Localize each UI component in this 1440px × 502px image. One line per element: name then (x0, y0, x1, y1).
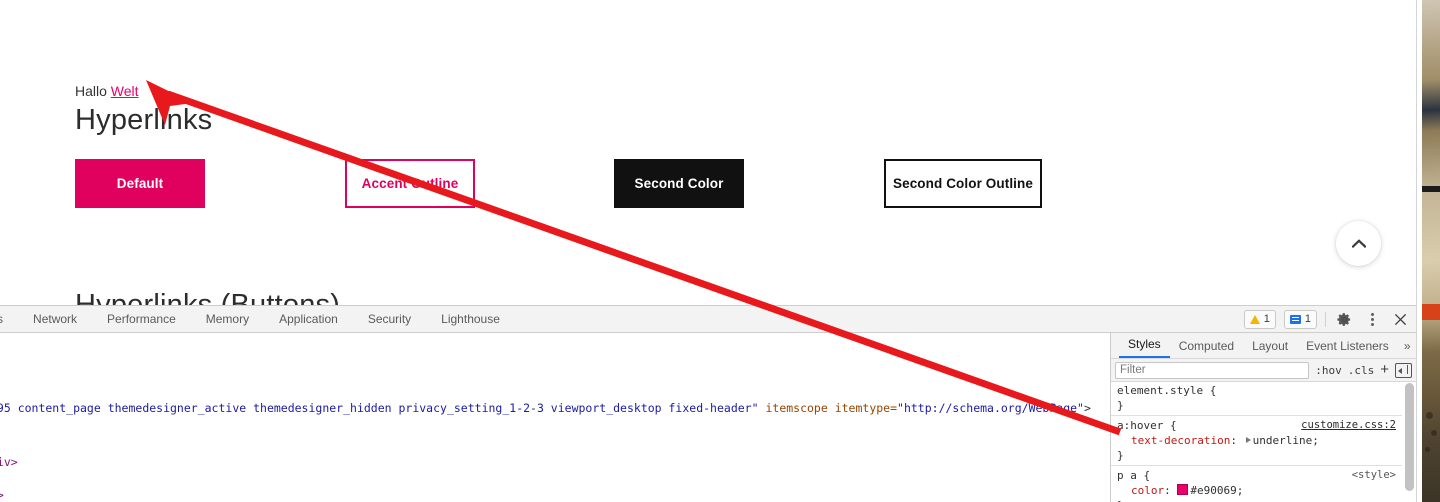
devtools-panel: ources Network Performance Memory Applic… (0, 305, 1416, 502)
devtools-tab-security[interactable]: Security (353, 306, 426, 332)
tab-styles[interactable]: Styles (1119, 333, 1170, 358)
second-color-outline-button[interactable]: Second Color Outline (884, 159, 1042, 208)
style-rule-element-style[interactable]: element.style { } (1111, 381, 1402, 416)
dom-line-1-punct: > (1083, 401, 1091, 415)
rule-declaration[interactable]: color: #e90069; (1117, 483, 1398, 498)
web-page-viewport: Hallo Welt Hyperlinks Default Accent Out… (0, 0, 1416, 305)
greeting-paragraph: Hallo Welt (75, 82, 139, 100)
close-icon[interactable] (1390, 309, 1410, 329)
styles-tabbar: Styles Computed Layout Event Listeners » (1111, 333, 1416, 359)
dom-line-1[interactable]: h95 content_page themedesigner_active th… (0, 401, 1091, 415)
hov-toggle[interactable]: :hov (1315, 364, 1342, 377)
rule-source-link[interactable]: customize.css:2 (1301, 418, 1396, 433)
declaration-value[interactable]: underline (1253, 434, 1313, 447)
warning-count: 1 (1263, 313, 1270, 325)
message-count: 1 (1304, 313, 1311, 325)
devtools-tab-network[interactable]: Network (18, 306, 92, 332)
declaration-property[interactable]: color (1131, 484, 1164, 497)
warning-badge[interactable]: 1 (1243, 309, 1276, 329)
devtools-tab-lighthouse[interactable]: Lighthouse (426, 306, 515, 332)
styles-rules-list: element.style { } customize.css:2 a:hove… (1111, 381, 1402, 502)
elements-tree[interactable]: h95 content_page themedesigner_active th… (0, 333, 1110, 502)
tab-layout[interactable]: Layout (1243, 334, 1297, 358)
dom-line-2-text: div> (0, 455, 18, 469)
scroll-to-top-button[interactable] (1336, 221, 1381, 266)
rule-close: } (1117, 498, 1398, 502)
wallpaper-detail-dot (1426, 412, 1433, 419)
styles-filter-input[interactable]: Filter (1115, 361, 1310, 379)
devtools-body: h95 content_page themedesigner_active th… (0, 333, 1416, 502)
default-button[interactable]: Default (75, 159, 205, 208)
dom-line-1-attrs: itemscope itemtype= (758, 401, 898, 415)
warning-triangle-icon (1249, 314, 1260, 324)
devtools-tab-memory[interactable]: Memory (191, 306, 264, 332)
rule-close: } (1117, 449, 1124, 462)
dom-line-1-value: "http://schema.org/WebPage" (897, 401, 1084, 415)
gear-icon[interactable] (1334, 309, 1354, 329)
devtools-tab-performance[interactable]: Performance (92, 306, 191, 332)
page-title: Hyperlinks (75, 104, 213, 136)
style-rule-p-a[interactable]: <style> p a { color: #e90069; } (1111, 466, 1402, 502)
styles-sidebar: Styles Computed Layout Event Listeners »… (1111, 333, 1416, 502)
dom-line-3[interactable]: v> (0, 488, 4, 502)
kebab-dots (1370, 312, 1374, 326)
wallpaper-detail-dark (1422, 186, 1440, 192)
devtools-toolbar-right: 1 1 (1243, 306, 1410, 332)
toolbar-divider (1325, 311, 1326, 327)
kebab-menu-icon[interactable] (1362, 309, 1382, 329)
dom-line-3-text: v> (0, 488, 4, 502)
chevron-up-icon (1351, 239, 1366, 248)
page-subtitle-buttons: Hyperlinks (Buttons) (75, 289, 341, 305)
declaration-property[interactable]: text-decoration (1131, 434, 1230, 447)
more-tabs-button[interactable]: » (1398, 334, 1416, 358)
devtools-tab-list: ources Network Performance Memory Applic… (0, 306, 515, 332)
toggle-sidebar-icon[interactable] (1395, 362, 1412, 378)
style-rule-a-hover[interactable]: customize.css:2 a:hover { text-decoratio… (1111, 416, 1402, 466)
wallpaper-detail-red (1422, 304, 1440, 320)
dom-line-1-classes: h95 content_page themedesigner_active th… (0, 401, 752, 415)
accent-outline-button[interactable]: Accent Outline (345, 159, 475, 208)
greeting-text: Hallo (75, 83, 111, 99)
wallpaper-detail-dot (1425, 447, 1430, 452)
devtools-tab-application[interactable]: Application (264, 306, 353, 332)
cls-toggle[interactable]: .cls (1348, 364, 1375, 377)
message-icon (1289, 314, 1301, 324)
devtools-tab-sources[interactable]: ources (0, 306, 18, 332)
styles-scrollbar[interactable] (1405, 383, 1414, 501)
wallpaper-detail-dot (1431, 430, 1437, 436)
desktop-wallpaper-strip (1422, 0, 1440, 502)
declaration-value[interactable]: #e90069 (1190, 484, 1236, 497)
welt-link[interactable]: Welt (111, 83, 139, 99)
expand-arrow-icon[interactable] (1245, 437, 1251, 443)
tab-computed[interactable]: Computed (1170, 334, 1243, 358)
color-swatch[interactable] (1177, 484, 1189, 495)
rule-source-style[interactable]: <style> (1352, 468, 1396, 483)
browser-window: Hallo Welt Hyperlinks Default Accent Out… (0, 0, 1422, 502)
message-badge[interactable]: 1 (1283, 309, 1317, 329)
styles-filter-bar: Filter :hov .cls + (1111, 359, 1416, 382)
second-color-button[interactable]: Second Color (614, 159, 744, 208)
rule-declaration[interactable]: text-decoration: underline; (1117, 433, 1398, 448)
new-style-rule-button[interactable]: + (1380, 362, 1389, 377)
devtools-tabbar: ources Network Performance Memory Applic… (0, 306, 1416, 333)
dom-line-2[interactable]: div> (0, 455, 18, 469)
tab-event-listeners[interactable]: Event Listeners (1297, 334, 1398, 358)
rule-selector[interactable]: element.style { (1117, 383, 1398, 398)
rule-close: } (1117, 399, 1124, 412)
screenshot-root: Hallo Welt Hyperlinks Default Accent Out… (0, 0, 1440, 502)
